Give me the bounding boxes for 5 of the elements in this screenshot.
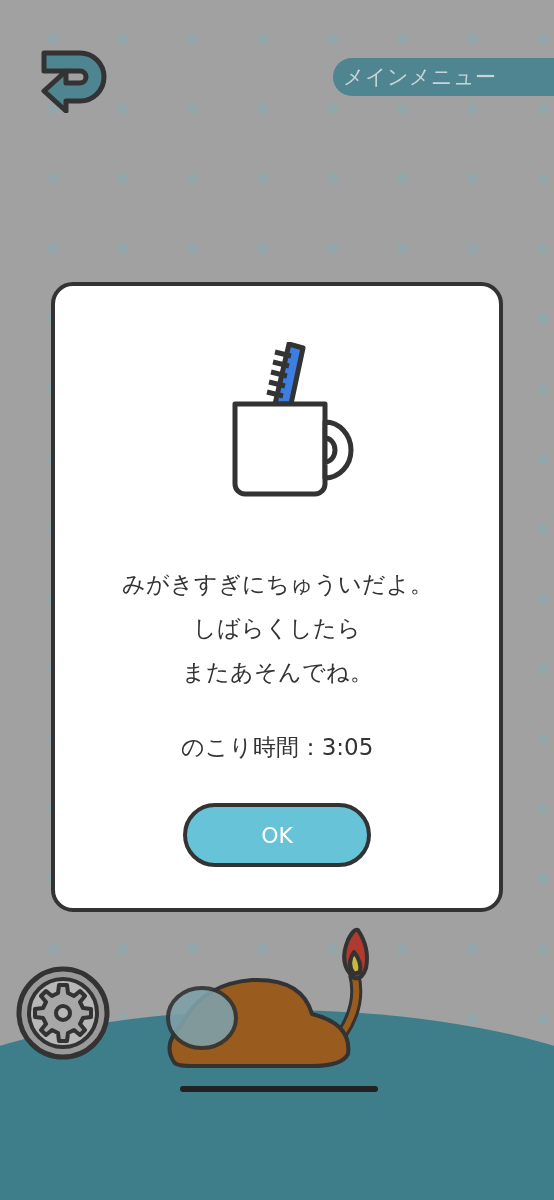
remaining-time-text: のこり時間：3:05 — [180, 733, 374, 762]
main-menu-button[interactable]: メインメニュー — [333, 58, 554, 96]
settings-icon[interactable] — [16, 966, 110, 1060]
message-text: みがきすぎにちゅういだよ。 しばらくしたら またあそんでね。 — [121, 570, 433, 687]
ok-button[interactable]: OK — [183, 803, 371, 867]
